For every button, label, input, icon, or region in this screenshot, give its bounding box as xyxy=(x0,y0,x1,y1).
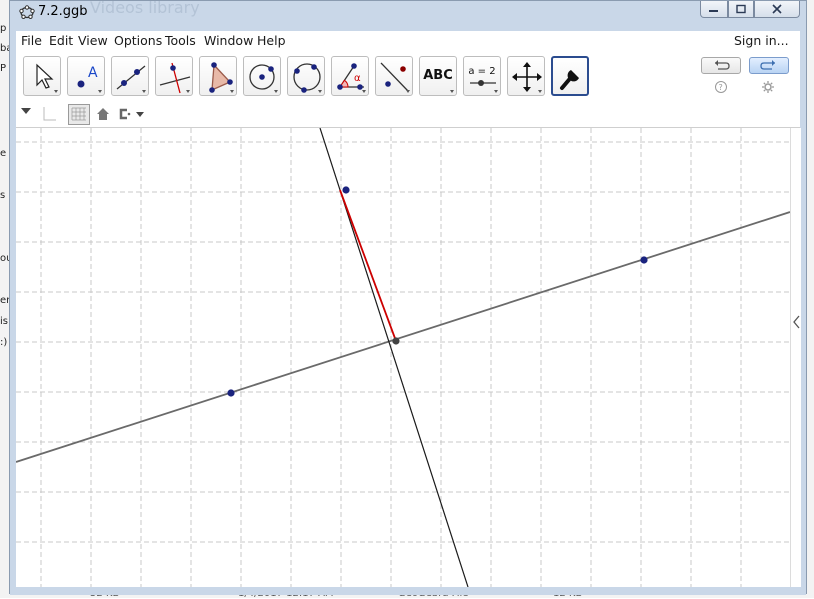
chevron-left-icon xyxy=(793,315,800,329)
window-bottom-border xyxy=(10,587,806,595)
menu-help[interactable]: Help xyxy=(257,33,286,48)
toolbar: A α ABC a = 2 ? xyxy=(16,50,800,104)
tool-angle[interactable]: α xyxy=(331,56,369,96)
slider-icon xyxy=(470,80,498,93)
tool-slider[interactable]: a = 2 xyxy=(463,56,501,96)
point xyxy=(640,256,648,264)
tool-perpendicular[interactable] xyxy=(155,56,193,96)
tool-circle-points[interactable] xyxy=(287,56,325,96)
geogebra-window: Videos library 7.2.ggb File Edit View Op… xyxy=(9,0,807,595)
perpendicular-line-icon xyxy=(159,62,191,94)
tool-text[interactable]: ABC xyxy=(419,56,457,96)
minimize-button[interactable] xyxy=(700,1,728,18)
tool-circle[interactable] xyxy=(243,56,281,96)
circle-through-points-icon xyxy=(293,63,322,93)
tool-move-graphics[interactable] xyxy=(507,56,545,96)
tool-line[interactable] xyxy=(111,56,149,96)
sidebar-collapse-handle[interactable] xyxy=(790,128,801,587)
circle-icon xyxy=(249,64,278,93)
tool-move[interactable] xyxy=(23,56,61,96)
tool-reflect[interactable] xyxy=(375,56,413,96)
bg-text-fragment: e xyxy=(0,148,7,159)
point-icon: A xyxy=(77,65,102,93)
tool-customize[interactable] xyxy=(551,56,589,96)
menu-file[interactable]: File xyxy=(21,33,42,48)
sign-in-link[interactable]: Sign in... xyxy=(734,33,789,48)
point xyxy=(342,186,350,194)
wrench-icon xyxy=(560,70,579,90)
point-capture-icon[interactable] xyxy=(117,107,147,121)
bg-text-fragment: P xyxy=(0,63,7,74)
menu-bar: File Edit View Options Tools Window Help… xyxy=(16,31,800,50)
point xyxy=(227,389,235,397)
stylebar-toggle-icon[interactable] xyxy=(20,106,32,116)
graphics-view[interactable] xyxy=(16,128,790,587)
help-circle-icon[interactable]: ? xyxy=(714,80,728,94)
menu-options[interactable]: Options xyxy=(114,33,162,48)
bg-text-fragment: p xyxy=(0,23,7,34)
intersection-point xyxy=(392,337,400,345)
text-icon xyxy=(450,90,454,93)
tool-polygon[interactable] xyxy=(199,56,237,96)
reflect-icon xyxy=(380,62,410,93)
window-title: 7.2.ggb xyxy=(38,4,88,19)
title-bar[interactable]: Videos library 7.2.ggb xyxy=(10,0,806,25)
home-icon[interactable] xyxy=(96,107,110,121)
move-graphics-icon xyxy=(512,62,542,93)
line-icon xyxy=(116,65,146,93)
angle-tool-label: α xyxy=(354,73,361,84)
undo-button[interactable] xyxy=(701,57,741,74)
maximize-button[interactable] xyxy=(728,1,754,18)
bg-text-fragment: :) xyxy=(0,337,8,348)
graphics-canvas[interactable] xyxy=(16,128,790,587)
svg-text:?: ? xyxy=(719,83,723,92)
minimize-icon xyxy=(709,10,718,12)
redo-arrow-icon xyxy=(760,60,775,70)
gear-icon[interactable] xyxy=(761,80,775,94)
menu-view[interactable]: View xyxy=(78,33,108,48)
point-tool-label: A xyxy=(88,65,98,81)
menu-tools[interactable]: Tools xyxy=(165,33,196,48)
axes-toggle-icon[interactable] xyxy=(40,105,58,123)
undo-arrow-icon xyxy=(715,60,730,70)
close-button[interactable] xyxy=(754,1,800,18)
line-through-points xyxy=(16,211,790,463)
angle-icon: α xyxy=(337,63,366,93)
bg-text-fragment: s xyxy=(0,190,6,201)
move-arrow-icon xyxy=(36,63,58,93)
red-segment xyxy=(339,189,397,342)
polygon-icon xyxy=(209,62,234,93)
menu-edit[interactable]: Edit xyxy=(49,33,73,48)
redo-button[interactable] xyxy=(749,57,789,74)
restore-icon xyxy=(736,4,746,14)
background-window-title: Videos library xyxy=(90,0,200,17)
bg-text-fragment: is xyxy=(0,316,8,327)
grid-toggle-icon[interactable] xyxy=(68,104,90,125)
style-bar xyxy=(16,103,800,128)
menu-window[interactable]: Window xyxy=(204,33,253,48)
geogebra-logo-icon xyxy=(19,5,35,20)
tool-point[interactable]: A xyxy=(67,56,105,96)
close-icon xyxy=(772,4,782,14)
